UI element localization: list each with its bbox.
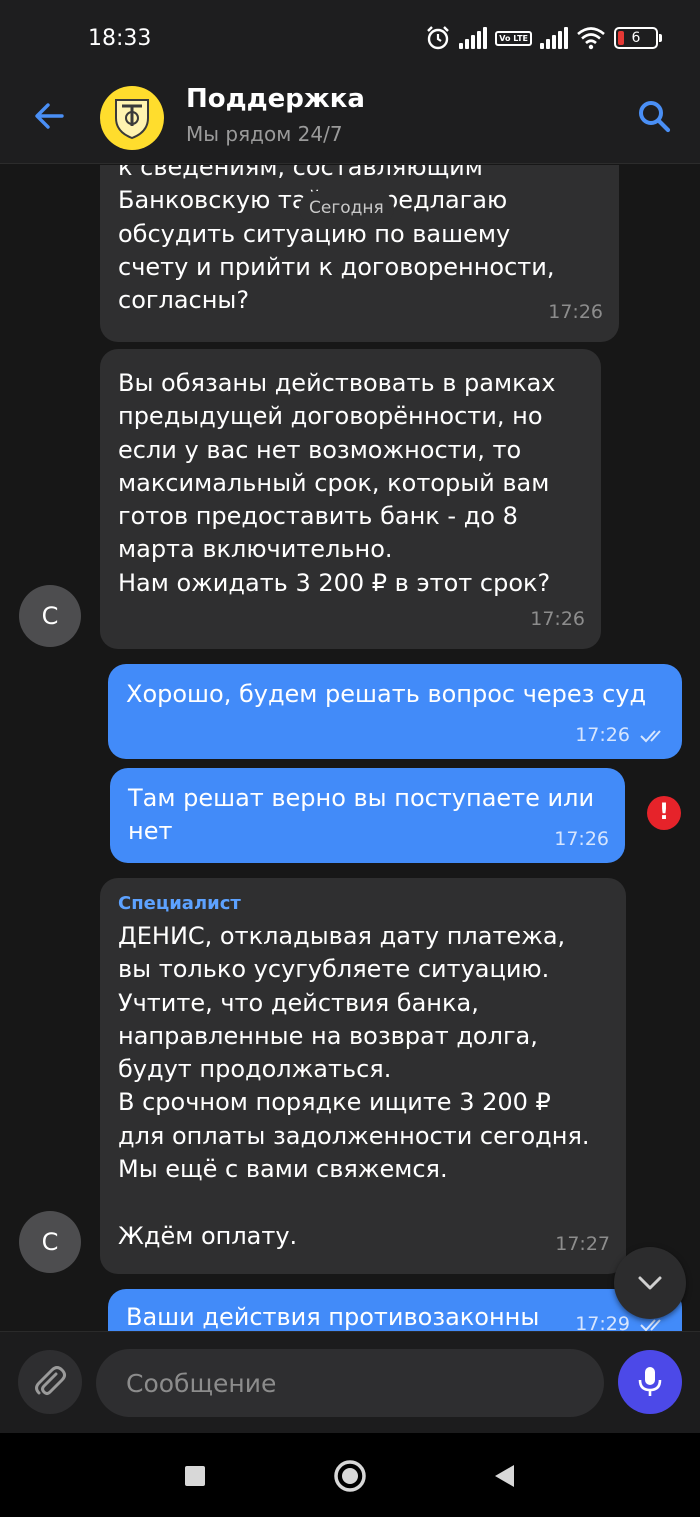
- recents-button[interactable]: [178, 1459, 212, 1493]
- message-list[interactable]: к сведениям, составляющим Банковскую тай…: [0, 165, 700, 1331]
- message-bubble-outgoing[interactable]: Хорошо, будем решать вопрос через суд 17…: [108, 664, 682, 759]
- message-text: к сведениям, составляющим Банковскую тай…: [118, 165, 555, 315]
- back-nav-button[interactable]: [488, 1459, 522, 1493]
- message-time: 17:26: [575, 725, 666, 745]
- status-time: 18:33: [88, 26, 152, 51]
- signal-icon: [459, 27, 488, 49]
- message-text: Там решат верно вы поступаете или нет: [128, 784, 595, 846]
- double-check-icon: [640, 1318, 661, 1331]
- message-bubble-incoming[interactable]: Специалист ДЕНИС, откладывая дату платеж…: [100, 878, 626, 1274]
- search-icon: [639, 101, 671, 133]
- message-text: ДЕНИС, откладывая дату платежа, вы тольк…: [118, 922, 590, 1250]
- message-sender: Специалист: [118, 893, 241, 914]
- avatar[interactable]: С: [19, 1211, 81, 1273]
- recents-square-icon: [185, 1466, 205, 1486]
- battery-icon: 6: [614, 27, 662, 49]
- microphone-button[interactable]: [618, 1350, 682, 1414]
- message-time: 17:26: [548, 301, 603, 323]
- paperclip-icon: [35, 1366, 66, 1395]
- alarm-icon: [427, 26, 450, 50]
- attach-button[interactable]: [18, 1350, 82, 1414]
- home-circle-icon: [334, 1460, 366, 1492]
- date-separator: Сегодня: [299, 191, 394, 225]
- send-error-icon[interactable]: !: [647, 796, 681, 830]
- shield-logo-icon: [115, 99, 149, 140]
- message-time: 17:27: [555, 1233, 610, 1255]
- volte-icon: Vo LTE: [495, 30, 532, 46]
- message-input[interactable]: [96, 1349, 604, 1417]
- message-bubble-outgoing[interactable]: Там решат верно вы поступаете или нет 17…: [110, 768, 625, 863]
- message-bubble-outgoing[interactable]: Ваши действия противозаконны 17:29: [108, 1289, 682, 1331]
- chevron-down-icon: [638, 1276, 662, 1290]
- avatar[interactable]: С: [19, 585, 81, 647]
- message-time-value: 17:26: [575, 724, 630, 746]
- message-composer: [0, 1331, 700, 1433]
- message-text: Хорошо, будем решать вопрос через суд: [126, 680, 647, 708]
- back-button[interactable]: [30, 96, 70, 136]
- home-button[interactable]: [333, 1459, 367, 1493]
- signal-icon-2: [540, 27, 568, 49]
- tinkoff-bank-logo[interactable]: [100, 86, 164, 150]
- message-time-value: 17:29: [575, 1313, 630, 1331]
- message-time: 17:26: [530, 608, 585, 630]
- system-nav-bar: [0, 1433, 700, 1517]
- scroll-down-button[interactable]: [614, 1247, 686, 1319]
- wifi-icon: [577, 27, 605, 50]
- search-button[interactable]: [634, 96, 674, 136]
- chat-subtitle: Мы рядом 24/7: [186, 122, 343, 146]
- message-bubble-incoming[interactable]: Вы обязаны действовать в рамках предыдущ…: [100, 349, 601, 649]
- microphone-icon: [638, 1367, 662, 1396]
- message-time: 17:26: [554, 828, 609, 850]
- message-text: Вы обязаны действовать в рамках предыдущ…: [118, 369, 556, 597]
- arrow-left-icon: [35, 103, 64, 129]
- back-triangle-icon: [495, 1465, 514, 1487]
- chat-title: Поддержка: [186, 84, 365, 114]
- double-check-icon: [640, 729, 661, 742]
- status-icons: Vo LTE 6: [425, 24, 662, 52]
- chat-header: Поддержка Мы рядом 24/7: [0, 72, 700, 164]
- status-bar: 18:33 Vo LTE 6: [0, 0, 700, 72]
